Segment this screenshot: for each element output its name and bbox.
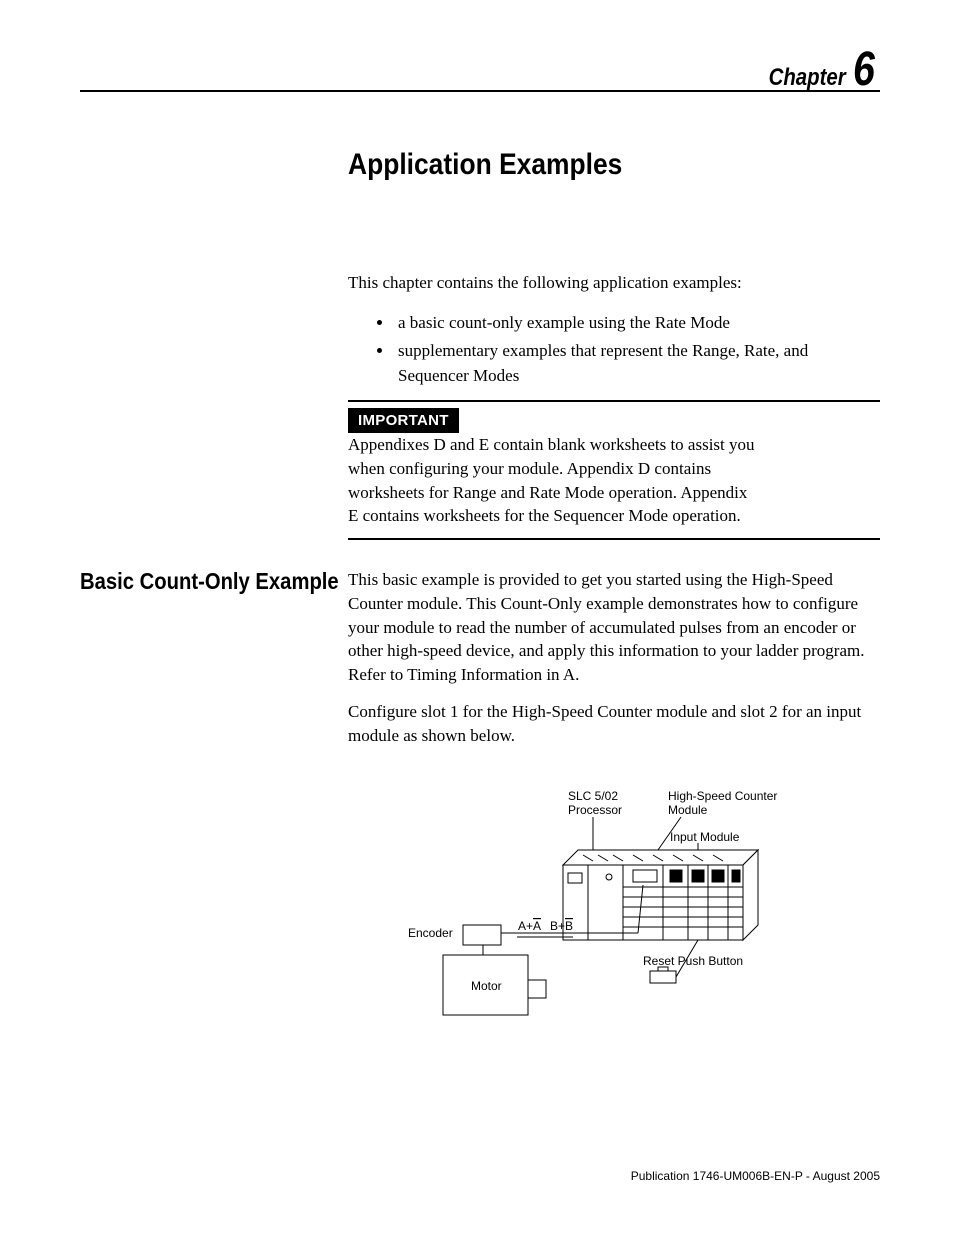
svg-text:B: B (565, 919, 573, 933)
svg-text:A: A (533, 919, 541, 933)
header-rule (80, 90, 880, 92)
svg-text:A+: A+ (518, 919, 533, 933)
diagram-label-encoder: Encoder (408, 926, 453, 940)
chapter-number: 6 (853, 42, 875, 97)
page-header: Chapter 6 (755, 42, 880, 97)
bullet-list: a basic count-only example using the Rat… (378, 310, 880, 391)
list-item: a basic count-only example using the Rat… (394, 310, 880, 336)
chapter-label: Chapter (768, 64, 845, 92)
important-label: IMPORTANT (348, 408, 459, 433)
wiring-diagram: SLC 5/02 Processor High-Speed Counter Mo… (388, 785, 818, 1045)
diagram-label-processor: Processor (568, 803, 622, 817)
diagram-label-hsc1: High-Speed Counter (668, 789, 777, 803)
important-callout: IMPORTANT Appendixes D and E contain bla… (348, 400, 880, 540)
diagram-label-input: Input Module (670, 830, 740, 844)
important-text: Appendixes D and E contain blank workshe… (348, 433, 758, 528)
page-title: Application Examples (348, 148, 622, 182)
svg-text:B+: B+ (550, 919, 565, 933)
section-paragraph-2: Configure slot 1 for the High-Speed Coun… (348, 700, 880, 748)
diagram-label-slc: SLC 5/02 (568, 789, 618, 803)
diagram-label-hsc2: Module (668, 803, 708, 817)
publication-footer: Publication 1746-UM006B-EN-P - August 20… (631, 1169, 880, 1183)
section-heading: Basic Count-Only Example (80, 568, 339, 595)
diagram-label-motor: Motor (471, 979, 502, 993)
section-paragraph-1: This basic example is provided to get yo… (348, 568, 880, 687)
list-item: supplementary examples that represent th… (394, 338, 880, 389)
intro-paragraph: This chapter contains the following appl… (348, 272, 880, 295)
diagram-label-reset: Reset Push Button (643, 954, 743, 968)
